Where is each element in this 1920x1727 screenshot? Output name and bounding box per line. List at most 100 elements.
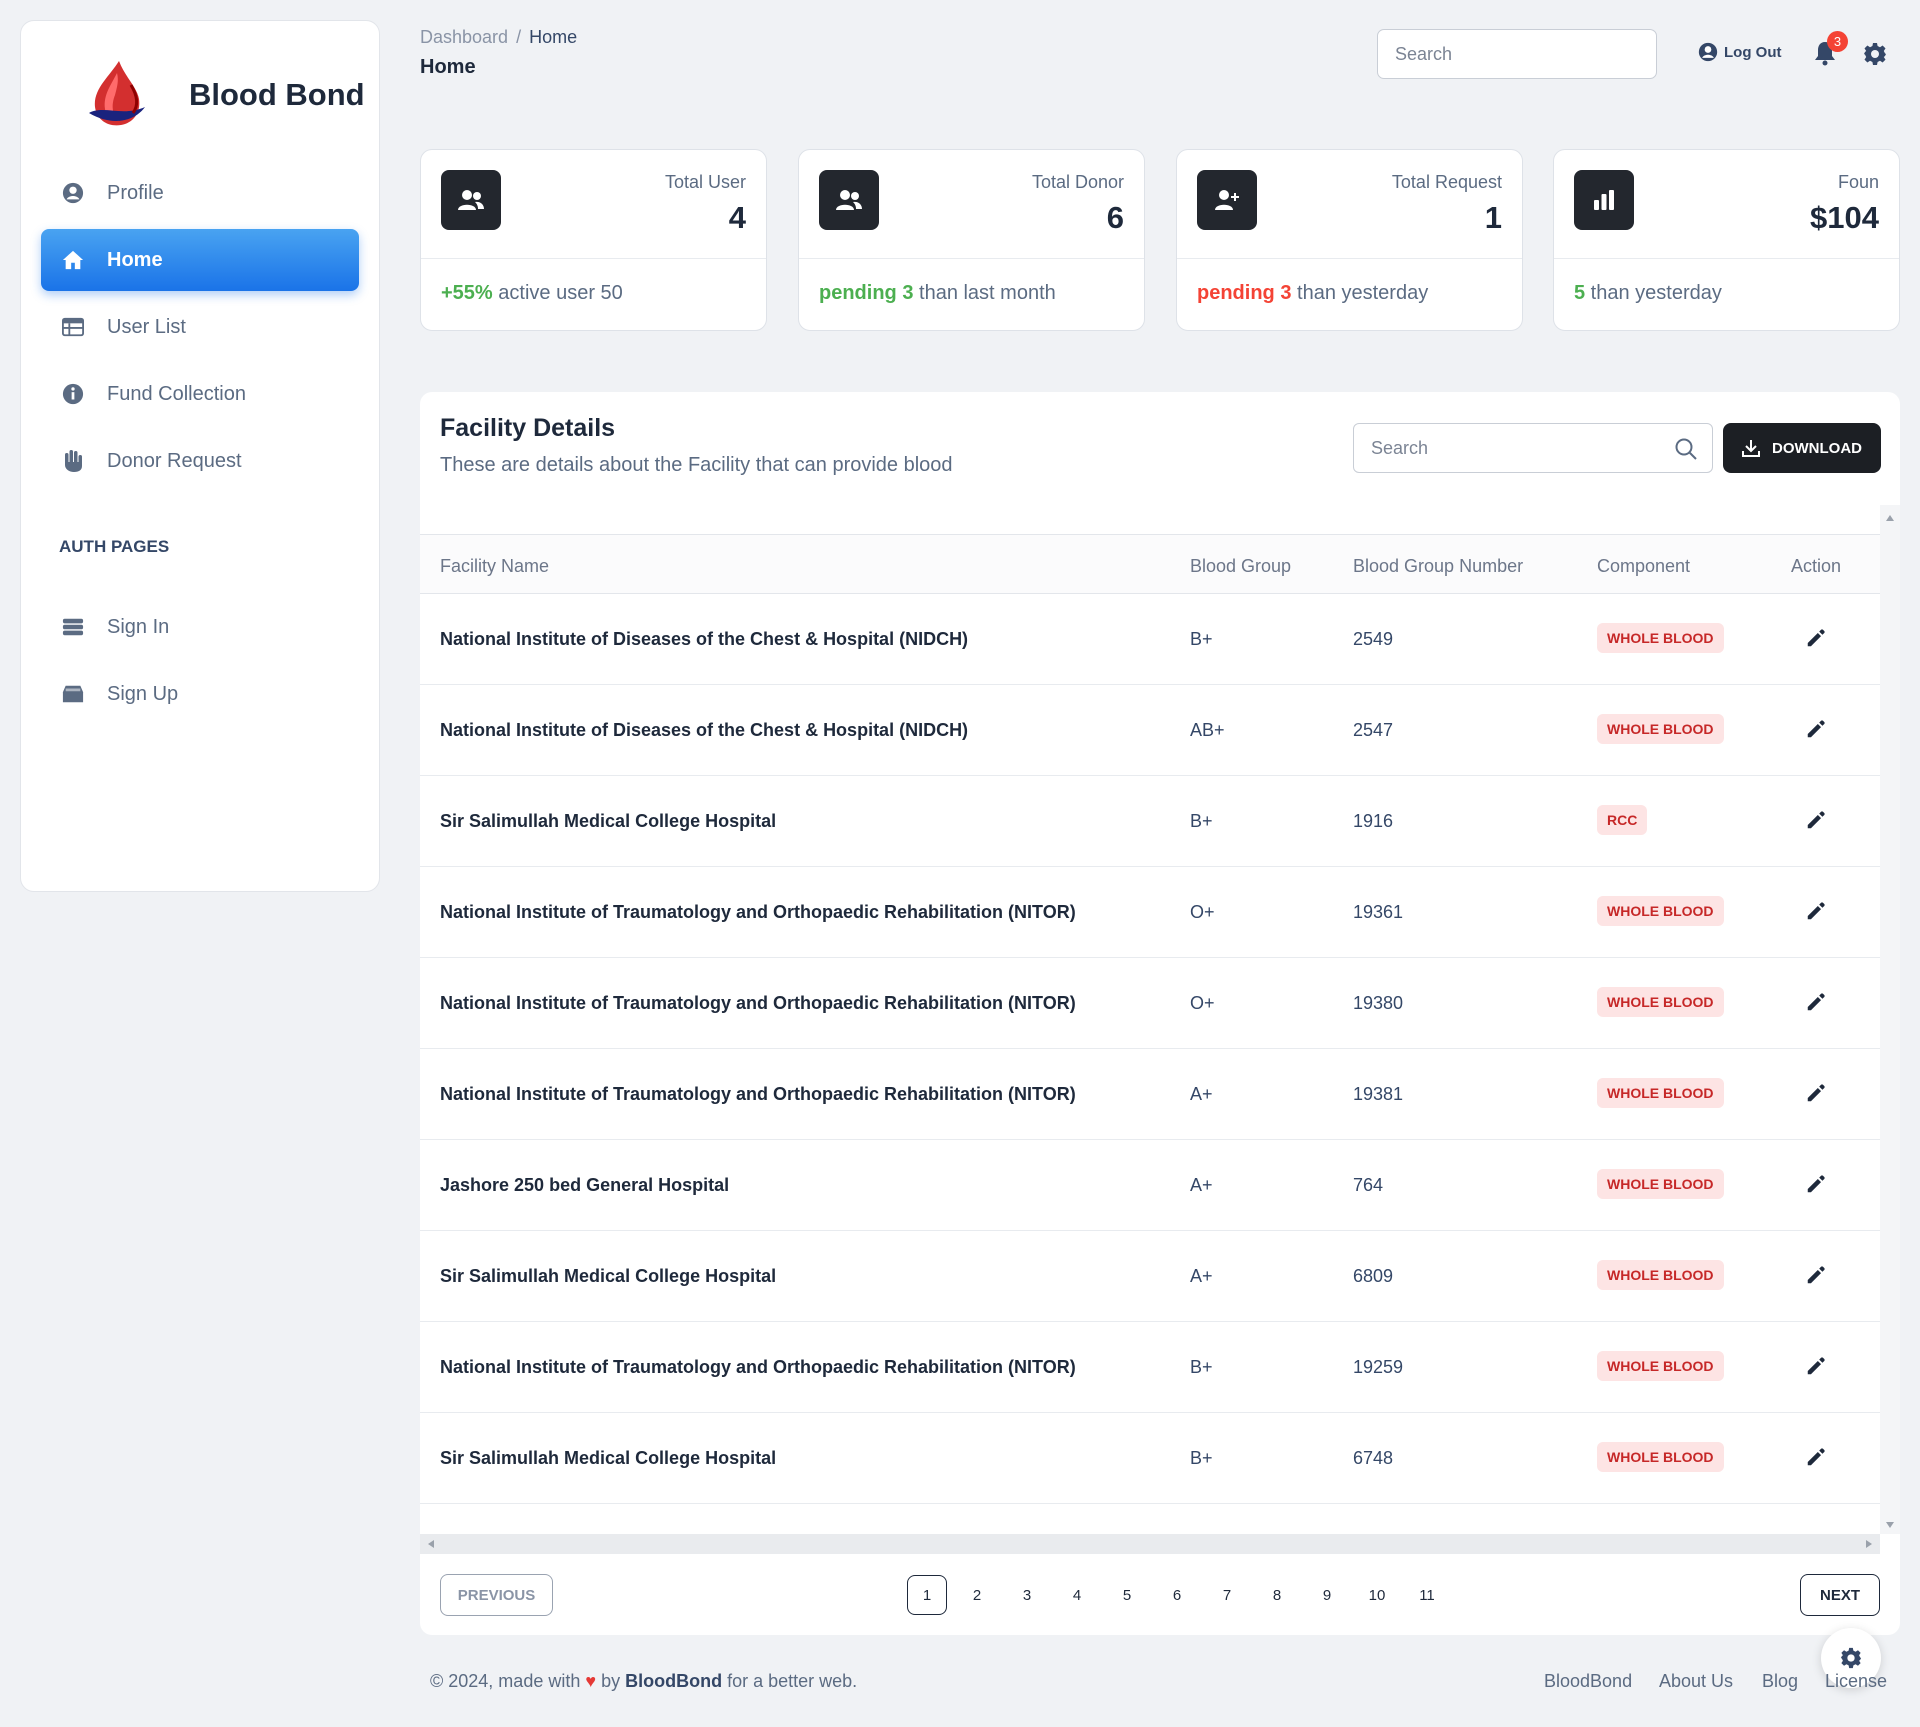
column-header-facility-name[interactable]: Facility Name (440, 556, 549, 577)
component-badge: WHOLE BLOOD (1597, 1078, 1724, 1108)
page-button-7[interactable]: 7 (1207, 1575, 1247, 1615)
edit-pencil-icon[interactable] (1805, 900, 1827, 922)
panel-subtitle: These are details about the Facility tha… (440, 454, 953, 476)
edit-pencil-icon[interactable] (1805, 627, 1827, 649)
footer-link-blog[interactable]: Blog (1762, 1671, 1798, 1692)
edit-pencil-icon[interactable] (1805, 1355, 1827, 1377)
inbox-icon (61, 682, 85, 706)
panel-title: Facility Details (440, 414, 616, 442)
stat-footer-text: than yesterday (1585, 282, 1722, 304)
sidebar-item-label: Home (107, 248, 163, 271)
user-circle-icon (1698, 42, 1718, 62)
facility-name-cell: National Institute of Diseases of the Ch… (440, 720, 969, 740)
breadcrumb-separator: / (516, 27, 522, 47)
column-header-action: Action (1791, 556, 1842, 576)
gear-icon[interactable] (1863, 42, 1887, 66)
divider (1554, 258, 1899, 259)
stat-highlight: pending 3 (1197, 282, 1292, 304)
brand[interactable]: Blood Bond (79, 55, 365, 135)
gear-icon (1840, 1647, 1862, 1669)
sidebar-item-sign-up[interactable]: Sign Up (41, 663, 359, 725)
component-badge: WHOLE BLOOD (1597, 1442, 1724, 1472)
blood-group-number-cell: 6748 (1353, 1448, 1394, 1468)
edit-pencil-icon[interactable] (1805, 1173, 1827, 1195)
next-button[interactable]: NEXT (1800, 1574, 1880, 1616)
page-button-6[interactable]: 6 (1157, 1575, 1197, 1615)
footer-link-bloodbond[interactable]: BloodBond (1544, 1671, 1632, 1692)
sidebar-item-donor-request[interactable]: Donor Request (41, 430, 359, 492)
breadcrumb-current: Home (529, 27, 578, 47)
edit-pencil-icon[interactable] (1805, 1446, 1827, 1468)
column-header-blood-group-number[interactable]: Blood Group Number (1353, 556, 1523, 577)
page-button-3[interactable]: 3 (1007, 1575, 1047, 1615)
blood-group-cell: B+ (1190, 811, 1213, 831)
sidebar-item-sign-in[interactable]: Sign In (41, 596, 359, 658)
stat-footer: pending 3 than yesterday (1197, 282, 1428, 305)
table-row: National Institute of Traumatology and O… (420, 1322, 1880, 1413)
blood-drop-logo-icon (89, 61, 145, 126)
sidebar-item-fund-collection[interactable]: Fund Collection (41, 363, 359, 425)
sidebar-item-label: Sign In (107, 615, 170, 638)
facility-search-input[interactable] (1354, 424, 1654, 472)
blood-group-number-cell: 6809 (1353, 1266, 1394, 1286)
blood-group-number-cell: 19361 (1353, 902, 1404, 922)
notification-badge: 3 (1827, 31, 1848, 52)
footer-link-license[interactable]: License (1825, 1671, 1887, 1692)
logout-button[interactable]: Log Out (1698, 42, 1781, 62)
stat-footer: 5 than yesterday (1574, 282, 1722, 305)
horizontal-scrollbar[interactable] (420, 1534, 1880, 1554)
page-button-2[interactable]: 2 (957, 1575, 997, 1615)
facility-name-cell: National Institute of Traumatology and O… (440, 993, 1076, 1013)
sidebar-item-label: User List (107, 315, 186, 338)
blood-group-number-cell: 19380 (1353, 993, 1404, 1013)
blood-group-cell: A+ (1190, 1175, 1213, 1195)
footer-by: by (601, 1671, 621, 1691)
breadcrumb-root-link[interactable]: Dashboard (420, 27, 508, 47)
page-button-10[interactable]: 10 (1357, 1575, 1397, 1615)
previous-button[interactable]: PREVIOUS (440, 1574, 553, 1616)
footer-brand-link[interactable]: BloodBond (625, 1671, 722, 1691)
stat-card-total-donor: Total Donor 6 pending 3 than last month (798, 149, 1145, 331)
stat-card-fund: Foun $104 5 than yesterday (1553, 149, 1900, 331)
page-button-4[interactable]: 4 (1057, 1575, 1097, 1615)
page-button-9[interactable]: 9 (1307, 1575, 1347, 1615)
page-button-5[interactable]: 5 (1107, 1575, 1147, 1615)
facility-search (1353, 423, 1713, 473)
sidebar-item-user-list[interactable]: User List (41, 296, 359, 358)
edit-pencil-icon[interactable] (1805, 991, 1827, 1013)
column-header-blood-group[interactable]: Blood Group (1190, 556, 1291, 577)
bar-chart-icon (1574, 170, 1634, 230)
blood-group-number-cell: 2549 (1353, 629, 1394, 649)
vertical-scrollbar[interactable] (1880, 505, 1900, 1534)
stat-footer-text: active user 50 (492, 282, 623, 304)
users-icon (819, 170, 879, 230)
component-badge: WHOLE BLOOD (1597, 1169, 1724, 1199)
blood-group-number-cell: 764 (1353, 1175, 1384, 1195)
edit-pencil-icon[interactable] (1805, 718, 1827, 740)
stat-value: 6 (1106, 200, 1124, 235)
edit-pencil-icon[interactable] (1805, 1082, 1827, 1104)
stat-footer: +55% active user 50 (441, 282, 623, 305)
page-button-11[interactable]: 11 (1407, 1575, 1447, 1615)
page-button-1[interactable]: 1 (907, 1575, 947, 1615)
download-button[interactable]: DOWNLOAD (1723, 423, 1881, 473)
footer-copyright-prefix: © 2024, made with (430, 1671, 581, 1691)
edit-pencil-icon[interactable] (1805, 809, 1827, 831)
sidebar-item-home[interactable]: Home (41, 229, 359, 291)
stat-footer-text: than yesterday (1291, 282, 1429, 304)
stat-card-total-request: Total Request 1 pending 3 than yesterday (1176, 149, 1523, 331)
search-icon[interactable] (1674, 437, 1698, 461)
header-search-input[interactable] (1377, 29, 1657, 79)
component-badge: WHOLE BLOOD (1597, 714, 1724, 744)
blood-group-number-cell: 19259 (1353, 1357, 1404, 1377)
facility-name-cell: Sir Salimullah Medical College Hospital (440, 811, 777, 831)
column-header-component[interactable]: Component (1597, 556, 1690, 577)
edit-pencil-icon[interactable] (1805, 1264, 1827, 1286)
sidebar-item-profile[interactable]: Profile (41, 162, 359, 224)
divider (421, 258, 766, 259)
facility-details-panel: Facility Details These are details about… (420, 392, 1900, 1635)
hand-icon (61, 449, 85, 473)
logout-label: Log Out (1724, 43, 1782, 61)
footer-link-about-us[interactable]: About Us (1659, 1671, 1733, 1692)
page-button-8[interactable]: 8 (1257, 1575, 1297, 1615)
